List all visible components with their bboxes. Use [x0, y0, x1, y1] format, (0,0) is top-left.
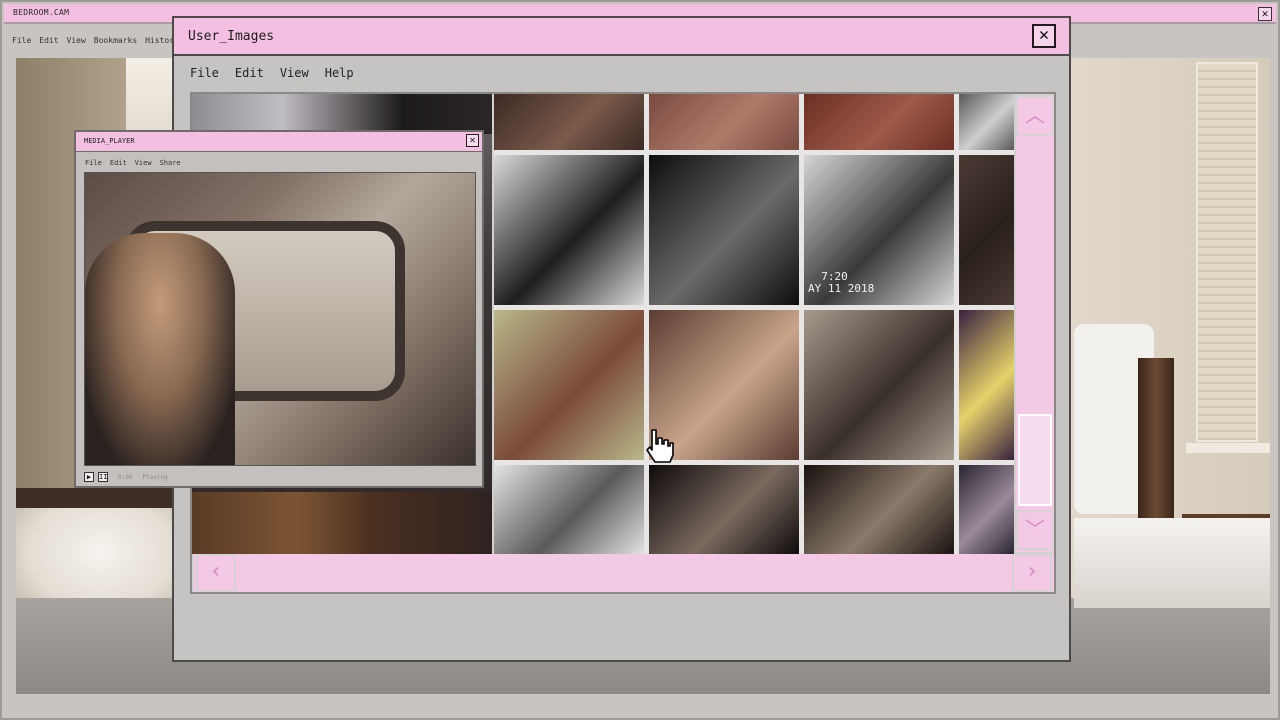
video-person: [85, 233, 235, 465]
bedsheet: [1074, 518, 1270, 608]
horizontal-scrollbar[interactable]: ‹ ›: [194, 554, 1054, 592]
media-menu-file[interactable]: File: [85, 159, 102, 167]
user-images-close-button[interactable]: ✕: [1032, 24, 1056, 48]
user-images-menubar: File Edit View Help: [190, 66, 354, 80]
browser-menu-file[interactable]: File: [12, 36, 31, 50]
vertical-scrollbar[interactable]: ︿ ﹀: [1016, 96, 1054, 552]
media-controls: ▶ II 0:00 Playing: [84, 472, 168, 482]
media-player-titlebar: MEDIA_PLAYER ✕: [76, 132, 482, 152]
image-thumbnail[interactable]: [959, 465, 1014, 554]
image-thumbnail[interactable]: [959, 94, 1014, 150]
media-player-window: MEDIA_PLAYER ✕ File Edit View Share ▶ II…: [74, 130, 484, 488]
image-thumbnail[interactable]: [804, 94, 954, 150]
images-menu-edit[interactable]: Edit: [235, 66, 264, 80]
browser-menubar: File Edit View Bookmarks Histor: [12, 36, 174, 50]
image-thumbnail[interactable]: [959, 310, 1014, 460]
browser-title: BEDROOM.CAM: [13, 8, 70, 17]
media-menu-view[interactable]: View: [135, 159, 152, 167]
media-menu-edit[interactable]: Edit: [110, 159, 127, 167]
image-thumbnail[interactable]: [494, 465, 644, 554]
media-player-menubar: File Edit View Share: [85, 159, 181, 167]
media-menu-share[interactable]: Share: [160, 159, 181, 167]
thumbnail-strip-bottom[interactable]: [192, 492, 492, 554]
image-thumbnail[interactable]: [649, 465, 799, 554]
vertical-scroll-thumb[interactable]: [1018, 414, 1052, 506]
image-thumbnail[interactable]: [494, 155, 644, 305]
image-thumbnail[interactable]: [649, 94, 799, 150]
thumbnail-grid: 7:20 AY 11 2018: [494, 94, 1014, 554]
image-thumbnail[interactable]: [959, 155, 1014, 305]
images-menu-help[interactable]: Help: [325, 66, 354, 80]
media-status: Playing: [142, 473, 168, 481]
images-menu-view[interactable]: View: [280, 66, 309, 80]
image-thumbnail[interactable]: 7:20 AY 11 2018: [804, 155, 954, 305]
browser-menu-bookmarks[interactable]: Bookmarks: [94, 36, 137, 50]
hand-cursor-icon: [646, 429, 674, 463]
media-player-title: MEDIA_PLAYER: [84, 137, 135, 145]
browser-menu-view[interactable]: View: [67, 36, 86, 50]
media-time: 0:00: [118, 473, 133, 481]
browser-menu-history[interactable]: Histor: [145, 36, 174, 50]
scroll-right-button[interactable]: ›: [1012, 554, 1052, 592]
scroll-down-button[interactable]: ﹀: [1016, 510, 1054, 550]
play-button[interactable]: ▶: [84, 472, 94, 482]
user-images-titlebar: User_Images ✕: [174, 18, 1069, 56]
scroll-left-button[interactable]: ‹: [196, 554, 236, 592]
thumbnail-strip-top[interactable]: [192, 94, 492, 134]
thumbnail-timestamp: 7:20 AY 11 2018: [808, 270, 875, 295]
image-thumbnail[interactable]: [494, 94, 644, 150]
scroll-up-button[interactable]: ︿: [1016, 96, 1054, 136]
browser-menu-edit[interactable]: Edit: [39, 36, 58, 50]
images-menu-file[interactable]: File: [190, 66, 219, 80]
image-thumbnail[interactable]: [804, 310, 954, 460]
pause-button[interactable]: II: [98, 472, 108, 482]
browser-close-button[interactable]: ✕: [1258, 7, 1272, 21]
image-thumbnail[interactable]: [649, 155, 799, 305]
window-blind: [1196, 62, 1258, 442]
image-thumbnail[interactable]: [494, 310, 644, 460]
media-player-close-button[interactable]: ✕: [466, 134, 479, 147]
image-thumbnail[interactable]: [804, 465, 954, 554]
window-sill: [1186, 443, 1270, 453]
video-frame[interactable]: [84, 172, 476, 466]
user-images-title: User_Images: [188, 29, 275, 44]
